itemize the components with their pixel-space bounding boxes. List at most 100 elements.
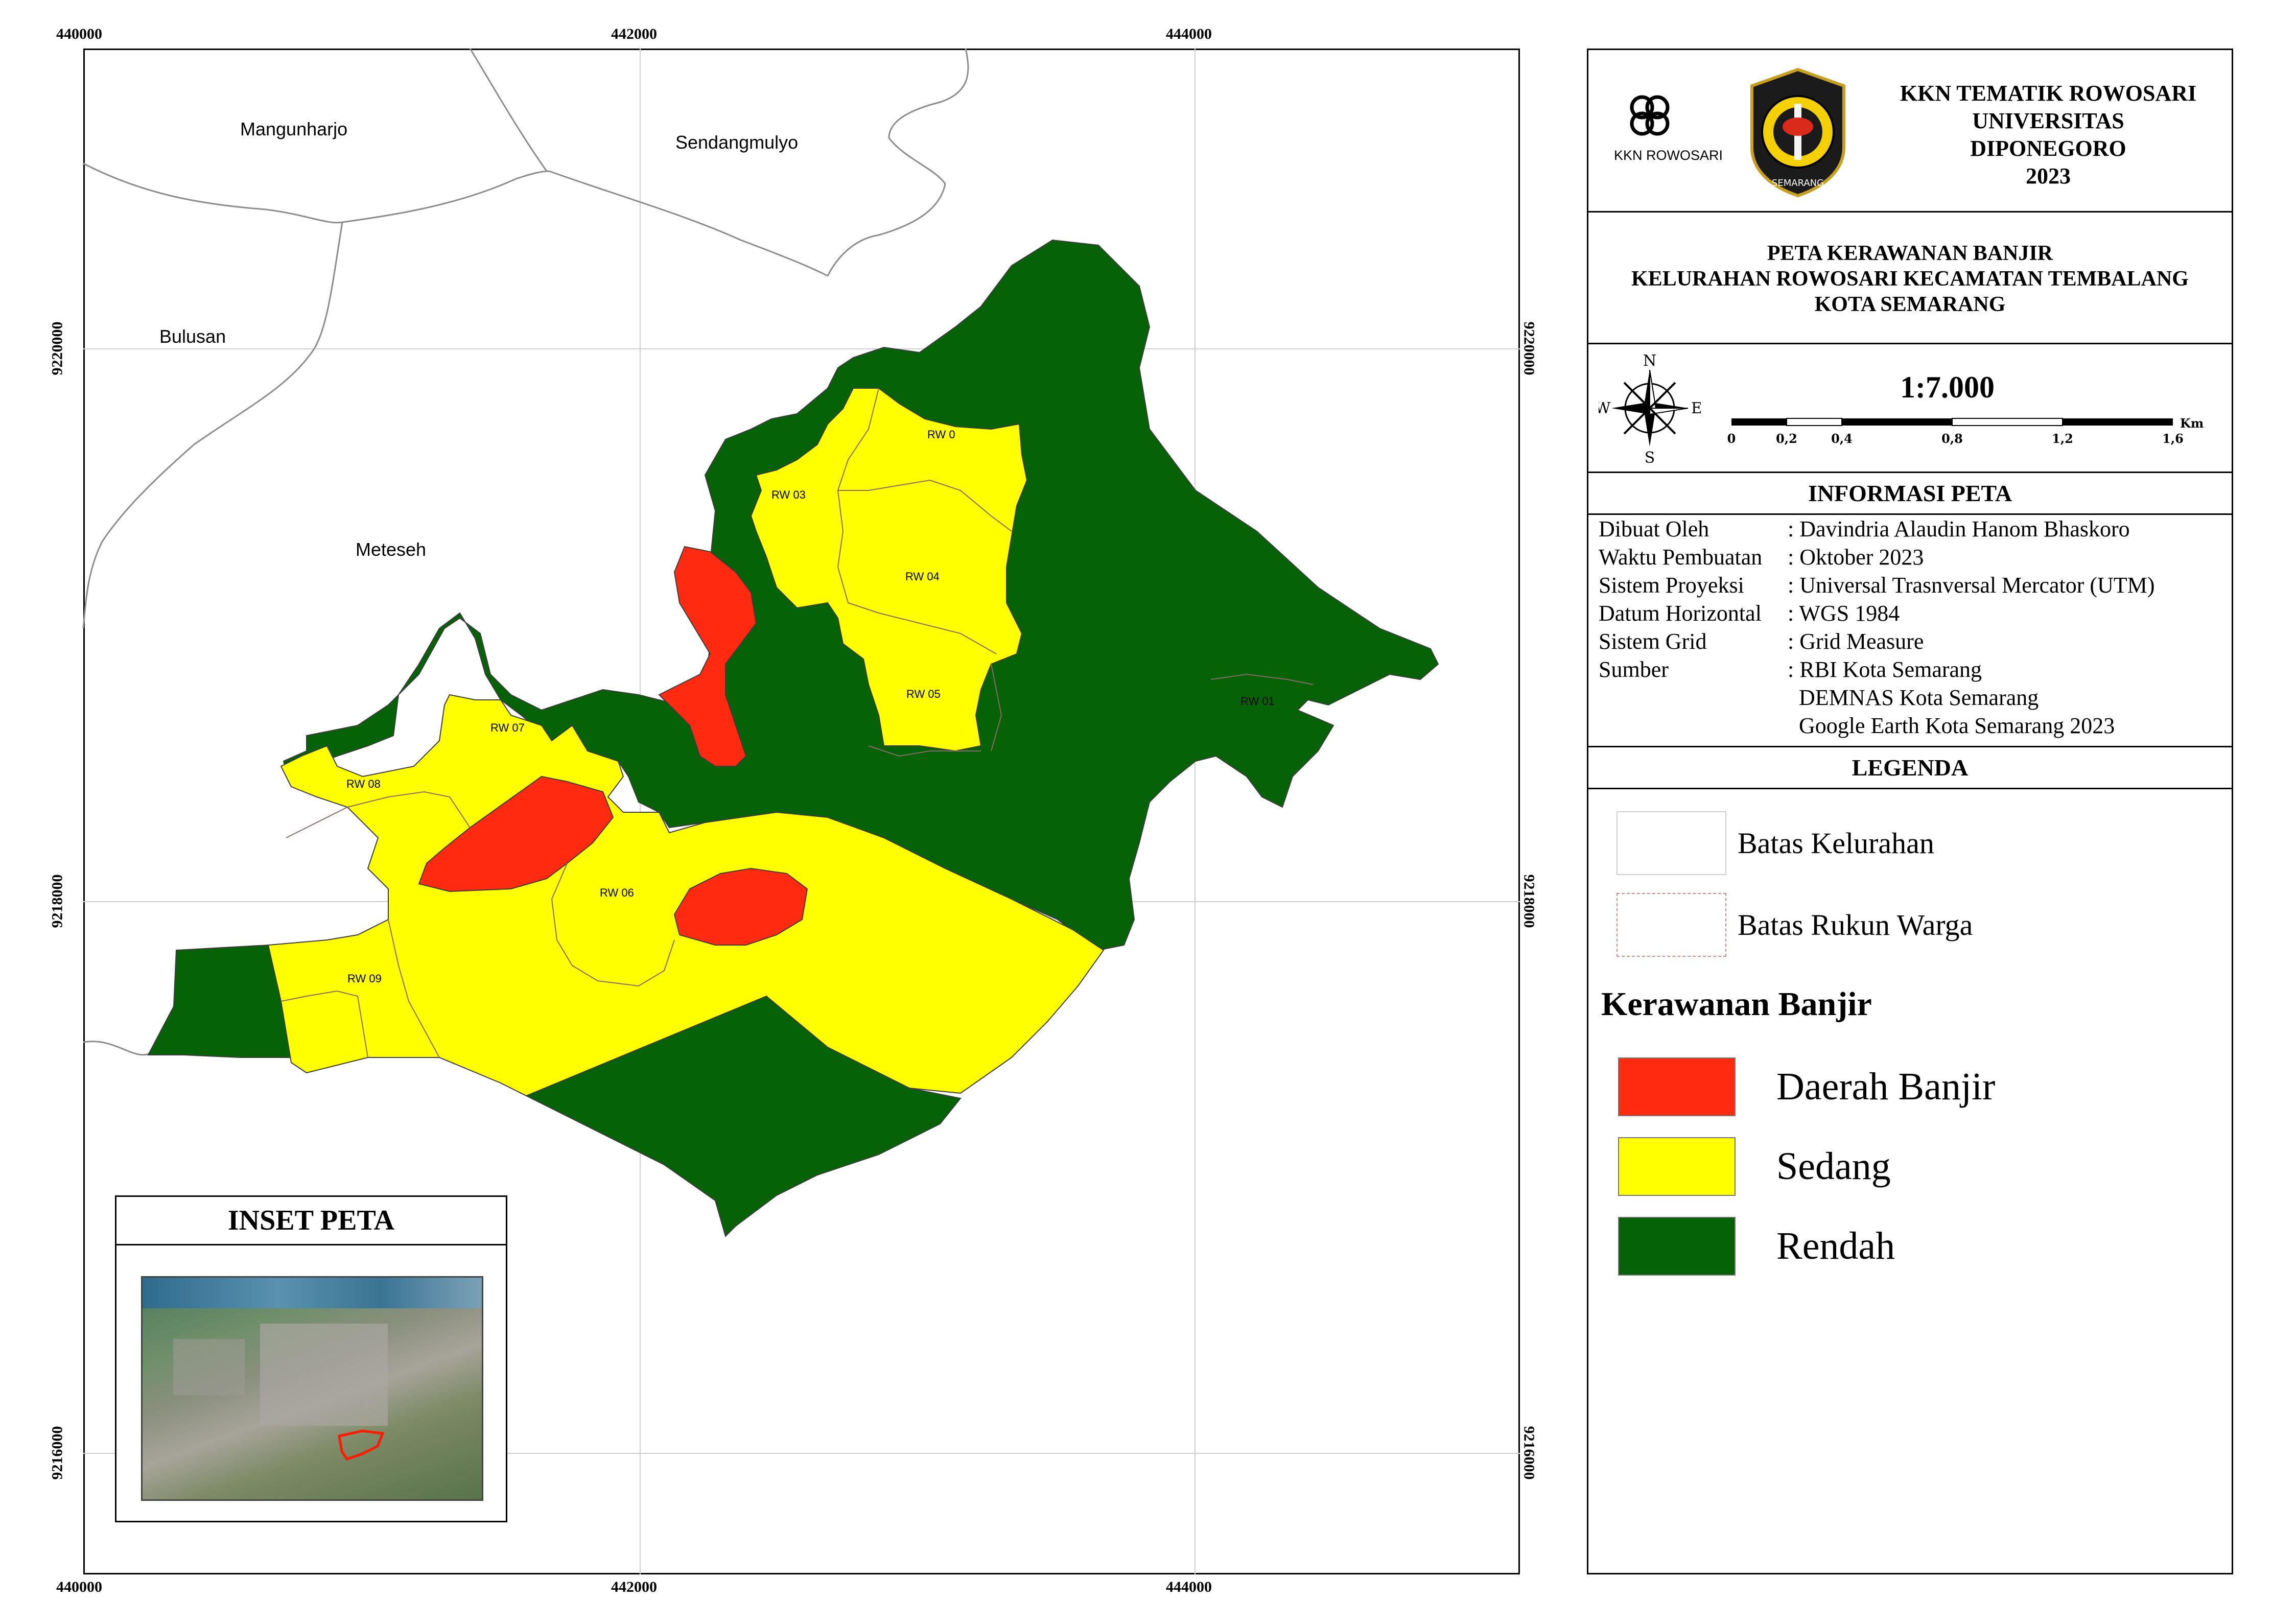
info-section: Dibuat Oleh : Davindria Alaudin Hanom Bha… [1588,515,2232,747]
rw-label-03: RW 03 [771,488,806,501]
scale-ratio: 1:7.000 [1900,370,1995,404]
legend-batas-rw: Batas Rukun Warga [1616,893,1973,957]
svg-text:0: 0 [1727,431,1736,446]
y-tick-left-2: 9218000 [49,874,66,928]
svg-text:Km: Km [2180,416,2204,431]
rw-label-01: RW 01 [1240,695,1275,708]
org-line-3: DIPONEGORO [1970,136,2126,161]
info-heading: INFORMASI PETA [1588,473,2232,515]
map-title-line-3: KOTA SEMARANG [1814,293,2006,316]
info-key: Sistem Proyeksi [1599,573,1744,598]
info-row: DEMNAS Kota Semarang [1599,684,2232,712]
x-tick-top-3: 444000 [1166,26,1212,42]
place-sendangmulyo: Sendangmulyo [675,132,799,153]
legend-swatch-rw [1616,893,1726,957]
rw-label-05: RW 05 [906,688,941,700]
svg-text:N: N [1643,352,1656,370]
legend-label-rendah: Rendah [1776,1225,1895,1267]
inset-study-area [338,1429,385,1461]
x-tick-bottom-2: 442000 [611,1579,657,1595]
kkn-logo-text: KKN ROWOSARI [1614,148,1723,163]
y-tick-left-1: 9220000 [49,321,66,375]
rw-label-06: RW 06 [600,886,634,899]
info-key [1599,712,1788,740]
legend-swatch-sedang [1618,1137,1736,1196]
org-name: KKN TEMATIK ROWOSARI UNIVERSITAS DIPONEG… [1875,80,2222,190]
info-key: Sistem Grid [1599,629,1707,654]
map-title-line-1: PETA KERAWANAN BANJIR [1767,242,2053,265]
legend-batas-kelurahan: Batas Kelurahan [1616,811,1934,875]
legend-swatch-banjir [1618,1057,1736,1116]
rw-label-07: RW 07 [490,721,525,734]
x-tick-bottom-3: 444000 [1166,1579,1212,1595]
legend-label-sedang: Sedang [1776,1145,1891,1188]
info-key [1599,684,1788,712]
svg-text:0,8: 0,8 [1941,431,1963,446]
side-panel: KKN ROWOSARI SEMARANG KKN TEMATIK ROWOSA… [1587,49,2233,1574]
kkn-logo: KKN ROWOSARI [1614,91,1723,163]
info-value: : WGS 1984 [1788,601,1900,626]
y-tick-right-1: 9220000 [1520,321,1538,375]
legend-rendah: Rendah [1618,1217,1895,1276]
info-value: : RBI Kota Semarang [1788,657,1982,682]
inset-image [141,1276,483,1501]
svg-text:E: E [1691,399,1701,417]
compass-icon: N S W E [1599,352,1701,467]
info-row: Sistem Grid : Grid Measure [1599,627,2232,655]
svg-text:0,4: 0,4 [1831,431,1853,446]
info-value: : Universal Trasnversal Mercator (UTM) [1788,573,2155,598]
legend-label-banjir: Daerah Banjir [1776,1065,1996,1108]
legend-label-rw: Batas Rukun Warga [1738,908,1973,942]
info-value: Google Earth Kota Semarang 2023 [1788,713,2115,738]
place-bulusan: Bulusan [159,326,226,347]
map-title-line-2: KELURAHAN ROWOSARI KECAMATAN TEMBALANG [1631,267,2189,291]
org-line-2: UNIVERSITAS [1972,108,2124,133]
info-key: Dibuat Oleh [1599,516,1709,542]
info-key: Datum Horizontal [1599,601,1762,626]
info-value: DEMNAS Kota Semarang [1788,685,2039,710]
info-key: Sumber [1599,657,1669,682]
x-tick-top-2: 442000 [611,26,657,42]
info-row: Dibuat Oleh : Davindria Alaudin Hanom Bha… [1599,515,2232,543]
svg-text:1,6: 1,6 [2162,431,2184,446]
x-tick-top-1: 440000 [56,26,102,42]
svg-text:SEMARANG: SEMARANG [1772,178,1824,189]
info-value: : Davindria Alaudin Hanom Bhaskoro [1788,516,2130,542]
legend-sedang: Sedang [1618,1137,1891,1196]
legend-swatch-rendah [1618,1217,1736,1276]
svg-text:S: S [1645,449,1655,467]
place-meteseh: Meteseh [356,539,427,560]
university-seal-icon: SEMARANG [1750,67,1845,198]
rw-label-04: RW 04 [905,570,940,583]
legend-swatch-kelurahan [1616,811,1726,875]
kkn-logo-icon [1630,95,1670,136]
scale-section: N S W E 1:7.000 0 0,2 0,4 0,8 1,2 1,6 Km [1588,344,2232,473]
svg-text:1,2: 1,2 [2052,431,2073,446]
y-tick-right-2: 9218000 [1520,874,1538,928]
info-row: Datum Horizontal : WGS 1984 [1599,599,2232,627]
rw-label-02: RW 0 [927,428,955,441]
rw-label-08: RW 08 [346,778,381,790]
org-line-1: KKN TEMATIK ROWOSARI [1900,81,2197,106]
map-title: PETA KERAWANAN BANJIR KELURAHAN ROWOSARI… [1588,213,2232,344]
scale-bar: 0 0,2 0,4 0,8 1,2 1,6 Km [1727,416,2204,446]
info-row: Sistem Proyeksi : Universal Trasnversal M… [1599,571,2232,599]
panel-header: KKN ROWOSARI SEMARANG KKN TEMATIK ROWOSA… [1588,50,2232,213]
svg-text:W: W [1599,399,1611,417]
info-row: Waktu Pembuatan : Oktober 2023 [1599,543,2232,571]
svg-text:0,2: 0,2 [1776,431,1797,446]
info-value: : Oktober 2023 [1788,545,1924,570]
inset-title: INSET PETA [116,1197,506,1245]
info-key: Waktu Pembuatan [1599,545,1763,570]
info-row: Sumber : RBI Kota Semarang [1599,655,2232,684]
y-tick-left-3: 9216000 [49,1426,66,1480]
info-row: Google Earth Kota Semarang 2023 [1599,712,2232,740]
legend-label-kelurahan: Batas Kelurahan [1738,827,1934,860]
legend-kerawanan-heading: Kerawanan Banjir [1601,985,1872,1023]
y-tick-right-3: 9216000 [1520,1426,1538,1480]
legend-heading: LEGENDA [1588,747,2232,789]
info-value: : Grid Measure [1788,629,1924,654]
legend-daerah-banjir: Daerah Banjir [1618,1057,1995,1116]
inset-frame: INSET PETA [115,1195,507,1522]
org-line-4: 2023 [2026,163,2071,189]
